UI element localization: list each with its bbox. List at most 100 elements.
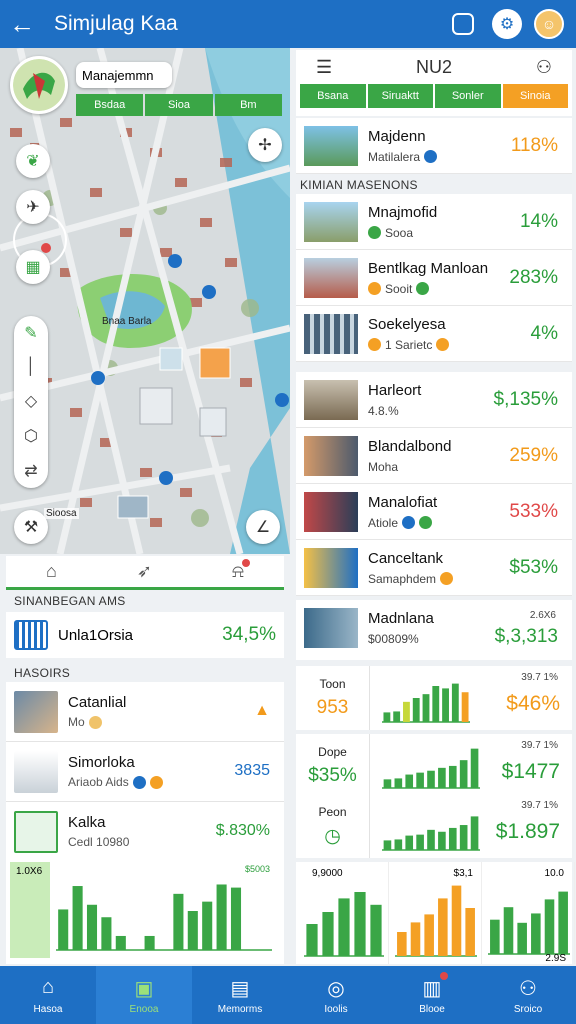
swap-icon[interactable]: ⇄ (24, 461, 37, 481)
item-value: 14% (519, 211, 558, 232)
nav-profile[interactable]: ⚇ Sroico (480, 966, 576, 1024)
compass-button[interactable]: ✢ (248, 128, 282, 162)
item-value: 3835 (234, 762, 270, 779)
pencil-icon[interactable]: ✎ (24, 323, 37, 343)
chart-bar (558, 891, 568, 954)
item-title: Canceltank (368, 549, 444, 567)
item-title: Bentlkag Manloan (368, 259, 489, 277)
list-item[interactable]: Madnlana $00809% 2.6X6 $,3,313 (296, 600, 572, 656)
list-item[interactable]: Kalka Cedl 10980 $.830% (6, 802, 284, 862)
chart-bar (517, 922, 527, 954)
arrow-left-icon: ← (9, 8, 35, 39)
tab[interactable]: Bsana (300, 84, 366, 108)
timer-icon: ◷ (324, 825, 341, 847)
item-sub: Mo (68, 715, 85, 729)
list-item[interactable]: Canceltank Samaphdem $53% (296, 540, 572, 596)
list-icon[interactable]: ☰ (316, 57, 332, 78)
ruler-icon[interactable]: │ (26, 358, 36, 376)
user-icon[interactable]: ⚇ (536, 57, 552, 78)
list-item[interactable]: Blandalbond Moha 259% (296, 428, 572, 484)
nav-home[interactable]: ⌂ Hasoa (0, 966, 96, 1024)
status-dot-icon (440, 572, 454, 585)
tab-active[interactable]: Sinoia (502, 84, 568, 108)
cube-icon (14, 810, 58, 853)
item-title: Kalka (68, 814, 106, 831)
list-item[interactable]: Harleort 4.8.% $,135% (296, 372, 572, 428)
edit-icon[interactable] (452, 13, 474, 35)
metric-card[interactable]: Dope $35% 39.7 1% $1477 (296, 734, 572, 798)
status-dot-icon (416, 282, 430, 295)
chart-bar (470, 816, 479, 850)
item-sub: Atiole (368, 515, 399, 530)
nav-inbox[interactable]: ▥ Blooe (384, 966, 480, 1024)
nav-reports[interactable]: ▤ Memorms (192, 966, 288, 1024)
avatar[interactable]: ☺ (534, 9, 564, 39)
bucket-icon[interactable]: ⬡ (24, 426, 38, 446)
item-sub: $00809% (368, 632, 419, 646)
pan-tool-button[interactable]: ✈ (16, 190, 50, 224)
item-sub: Samaphdem (368, 571, 437, 586)
city-map[interactable]: Manajemmn Bsdaa Sioa Bm ✢ ❦ ✈ ▦ ✎ │ ◇ ⬡ … (0, 48, 290, 554)
nav-finance[interactable]: ▣ Enooa (96, 966, 192, 1024)
measure-button[interactable]: ∠ (246, 510, 280, 544)
chart-bar (422, 694, 430, 722)
item-sub: 4.8.% (368, 403, 399, 418)
item-title: Catanlial (68, 694, 127, 711)
crane-icon: ⚒ (23, 519, 39, 536)
chart-bar (412, 698, 420, 722)
group-card: Mnajmofid Sooa 14% Bentlkag Manloan Sooi… (296, 194, 572, 362)
rocket-icon[interactable]: ➶ (137, 561, 152, 582)
status-dot-icon (88, 715, 102, 729)
list-item[interactable]: Soekelyesa 1 Sarietc 4% (296, 306, 572, 362)
chart-bar (432, 686, 440, 722)
chart-bar (438, 831, 446, 850)
item-value: 283% (509, 267, 558, 288)
list-item[interactable]: Mnajmofid Sooa 14% (296, 194, 572, 250)
crane-tool-button[interactable]: ⚒ (14, 510, 48, 544)
map-tab[interactable]: Sioa (145, 94, 213, 116)
tab[interactable]: Siruaktt (367, 84, 433, 108)
metric-card[interactable]: Peon ◷ 39.7 1% $1.897 (296, 794, 572, 858)
item-sub: Moha (368, 459, 399, 474)
list-item[interactable]: Catanlial Mo ▲ (6, 682, 284, 742)
zone-tool-button[interactable]: ▦ (16, 250, 50, 284)
item-value: $53% (509, 557, 558, 578)
metric-card[interactable]: Toon 953 39.7 1% $46% (296, 666, 572, 730)
summary-stat[interactable]: Unla1Orsia 34,5% (6, 612, 284, 658)
tag-icon[interactable]: ◇ (25, 391, 37, 411)
layer-tool-button[interactable]: ❦ (16, 144, 50, 178)
chart-bar (202, 901, 213, 950)
chart-bar (531, 913, 541, 954)
map-tab[interactable]: Bsdaa (76, 94, 144, 116)
feature-card[interactable]: Madnlana $00809% 2.6X6 $,3,313 (296, 600, 572, 660)
group-card: Harleort 4.8.% $,135% Blandalbond Moha 2… (296, 372, 572, 596)
chart-bar (101, 917, 112, 950)
app-header: ← Simjulag Kaa ⚙ ☺ (0, 0, 576, 48)
map-tabs: Bsdaa Sioa Bm (76, 94, 282, 116)
map-tab[interactable]: Bm (214, 94, 282, 116)
item-value: 4% (530, 323, 558, 344)
chart-bar (461, 692, 469, 722)
list-item[interactable]: Bentlkag Manloan Sooit 283% (296, 250, 572, 306)
item-title: Mnajmofid (368, 203, 438, 221)
settings-button[interactable]: ⚙ (492, 9, 522, 39)
home-icon[interactable]: ⌂ (46, 561, 57, 582)
item-value: $,3,313 (494, 626, 558, 647)
chart-label: $5003 (244, 864, 270, 874)
left-bar-chart: 1.0X6 $5003 (6, 856, 284, 964)
list-item[interactable]: Simorloka Ariaob Aids 3835 (6, 742, 284, 802)
tab[interactable]: Sonler (435, 84, 501, 108)
chart-bar (383, 779, 392, 788)
status-dot-icon (436, 338, 450, 351)
back-button[interactable]: ← (0, 0, 44, 48)
chart-label: 1.0X6 (16, 866, 43, 877)
item-title: Soekelyesa (368, 315, 446, 333)
metric-value: $1.897 (495, 820, 560, 843)
nav-tools[interactable]: ◎ Ioolis (288, 966, 384, 1024)
chart-bar (451, 885, 462, 956)
right-panel-header: ☰ NU2 ⚇ Bsana Siruaktt Sonler Sinoia (296, 50, 572, 116)
alert-bell-icon[interactable]: ⍾ (232, 559, 250, 582)
list-item[interactable]: Manalofiat Atiole 533% (296, 484, 572, 540)
chart-bar (370, 904, 382, 956)
list-item[interactable]: Majdenn Matilalera 118% (296, 118, 572, 174)
